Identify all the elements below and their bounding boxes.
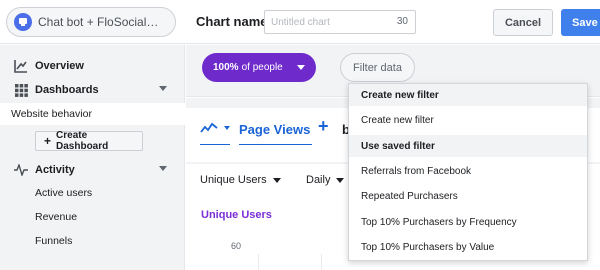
menu-item-create-filter[interactable]: Create new filter — [361, 115, 434, 126]
sidebar-item-active-users[interactable]: Active users — [35, 187, 92, 199]
chevron-down-icon — [297, 65, 305, 70]
measure-label: Unique Users — [200, 174, 267, 186]
menu-section-header: Use saved filter — [349, 135, 587, 157]
sidebar-item-overview[interactable]: Overview — [0, 59, 185, 73]
menu-item-saved-filter[interactable]: Referrals from Facebook — [361, 166, 471, 177]
sidebar-item-funnels[interactable]: Funnels — [35, 235, 72, 247]
chevron-down-icon[interactable] — [159, 86, 167, 91]
sidebar-item-dashboards[interactable]: Dashboards — [0, 83, 185, 97]
sidebar: Overview Dashboards Website behavior + C… — [0, 45, 185, 270]
chevron-down-icon — [272, 177, 281, 183]
chart-name-label: Chart name — [196, 14, 268, 29]
divider — [239, 144, 312, 145]
create-dashboard-button[interactable]: + Create Dashboard — [35, 130, 143, 152]
create-dashboard-label: Create Dashboard — [56, 130, 109, 152]
measure-dropdown[interactable]: Unique Users — [200, 174, 281, 186]
app-selector[interactable]: Chat bot + FloSocial… — [6, 7, 176, 37]
menu-item-saved-filter[interactable]: Top 10% Purchasers by Frequency — [361, 217, 517, 228]
sidebar-item-label: Overview — [35, 60, 84, 72]
sidebar-item-label: Website behavior — [11, 108, 92, 120]
chart-name-input[interactable] — [265, 11, 383, 33]
plus-icon: + — [44, 134, 52, 148]
chart-title: Unique Users — [201, 209, 272, 221]
interval-dropdown[interactable]: Daily — [306, 174, 345, 186]
top-bar: Chat bot + FloSocial… Chart name 30 Canc… — [0, 0, 600, 44]
sidebar-item-label: Dashboards — [35, 84, 99, 96]
chart-name-field[interactable]: 30 — [264, 10, 416, 34]
overview-icon — [14, 59, 28, 73]
sidebar-item-label: Activity — [35, 164, 75, 176]
grid-line — [258, 254, 259, 270]
sidebar-item-revenue[interactable]: Revenue — [35, 211, 77, 223]
chevron-down-icon[interactable] — [159, 166, 167, 171]
menu-item-saved-filter[interactable]: Top 10% Purchasers by Value — [361, 242, 494, 253]
interval-label: Daily — [306, 174, 331, 186]
menu-item-saved-filter[interactable]: Repeated Purchasers — [361, 191, 458, 202]
metric-selector[interactable]: Page Views — [239, 122, 310, 137]
add-metric-icon[interactable]: + — [318, 117, 329, 135]
chevron-down-icon — [336, 177, 345, 183]
menu-section-header: Create new filter — [349, 84, 587, 106]
activity-icon — [14, 163, 28, 177]
people-segment-dropdown[interactable]: 100% of people — [202, 53, 316, 82]
save-button[interactable]: Save — [561, 9, 600, 36]
sidebar-item-activity[interactable]: Activity — [0, 163, 185, 177]
filter-menu: Create new filter Create new filter Use … — [348, 83, 588, 261]
app-name: Chat bot + FloSocial… — [38, 15, 159, 29]
app-icon — [14, 13, 32, 31]
people-suffix: of people — [241, 62, 283, 73]
char-counter: 30 — [396, 16, 408, 27]
grid-icon — [14, 83, 28, 97]
people-percent: 100% — [213, 62, 239, 73]
divider — [200, 144, 230, 145]
sidebar-item-website-behavior[interactable]: Website behavior — [0, 103, 185, 125]
chevron-down-icon — [224, 126, 230, 130]
chart-type-selector[interactable] — [200, 122, 230, 134]
y-axis-tick: 60 — [231, 241, 242, 251]
grid-line — [321, 254, 322, 270]
line-chart-icon — [200, 122, 218, 133]
cancel-button[interactable]: Cancel — [493, 9, 553, 36]
filter-data-button[interactable]: Filter data — [340, 53, 415, 82]
